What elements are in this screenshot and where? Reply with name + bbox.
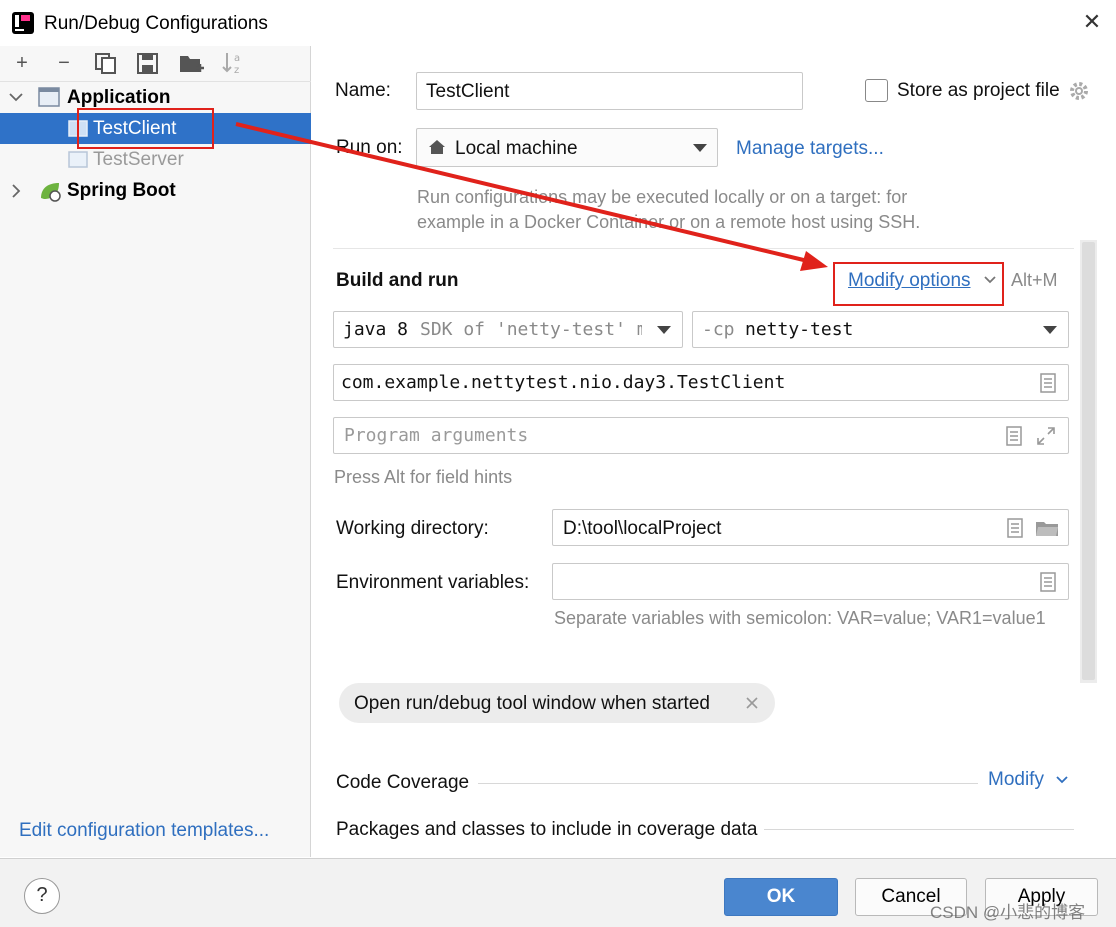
annotation-arrow bbox=[235, 122, 828, 271]
